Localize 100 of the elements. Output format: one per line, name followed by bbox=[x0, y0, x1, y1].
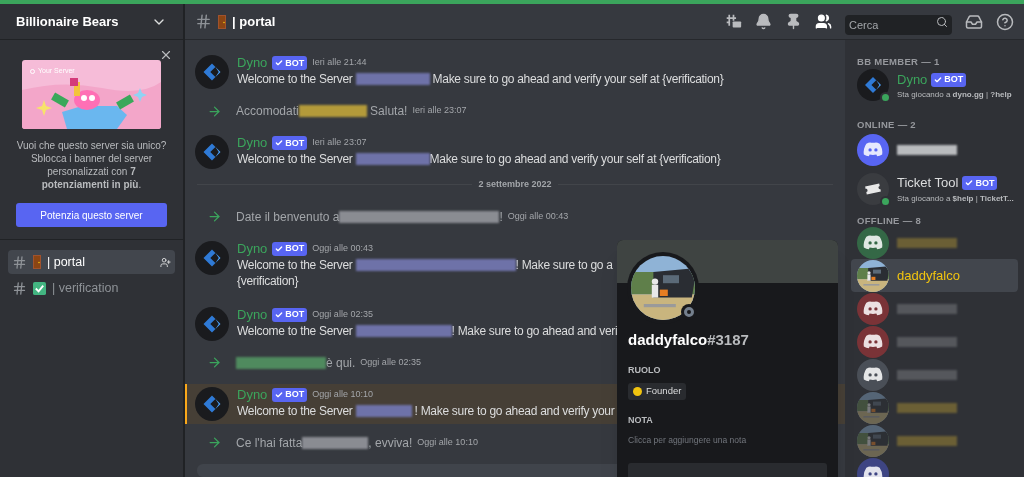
channel-title: | portal bbox=[232, 12, 277, 31]
hash-icon bbox=[12, 254, 27, 270]
join-arrow-icon bbox=[207, 103, 222, 119]
message-text: Make sure to go ahead and verify your self at {verification} bbox=[429, 151, 721, 167]
check-icon bbox=[965, 179, 974, 187]
bot-avatar bbox=[195, 55, 229, 89]
timestamp: Ieri alle 23:07 bbox=[412, 104, 467, 118]
check-icon bbox=[934, 75, 943, 84]
bot-badge: BOT bbox=[272, 387, 308, 402]
bot-badge: BOT bbox=[931, 72, 967, 87]
profile-username: daddyfalco bbox=[628, 330, 708, 350]
bot-badge: BOT bbox=[272, 136, 308, 150]
hash-icon bbox=[12, 280, 27, 296]
timestamp: Oggi alle 00:43 bbox=[312, 241, 373, 255]
controller-icon bbox=[863, 367, 883, 382]
server-name[interactable]: Billionaire Bears bbox=[16, 11, 119, 32]
inbox-icon[interactable] bbox=[965, 12, 983, 31]
message-text: ! bbox=[499, 208, 503, 226]
author-name[interactable]: Dyno bbox=[237, 53, 268, 73]
message-text: Welcome to the Server bbox=[237, 256, 354, 273]
timestamp: Oggi alle 00:43 bbox=[507, 209, 569, 223]
message-text: ! Make sure to go a bbox=[515, 256, 613, 273]
controller-icon bbox=[863, 301, 883, 316]
message-text: Ce l'hai fatta bbox=[236, 434, 303, 452]
message-text: Date il benvenuto a bbox=[236, 208, 340, 226]
message-text: Welcome to the Server bbox=[237, 322, 354, 339]
join-arrow-icon bbox=[207, 355, 222, 370]
message-text: è qui. bbox=[326, 354, 356, 372]
members-icon[interactable] bbox=[815, 13, 832, 30]
message-text: Accomodati bbox=[236, 103, 299, 120]
invite-icon[interactable] bbox=[160, 256, 171, 268]
door-icon bbox=[218, 14, 226, 29]
close-icon[interactable] bbox=[159, 48, 173, 62]
check-icon bbox=[275, 59, 284, 67]
author-name[interactable]: Dyno bbox=[237, 304, 268, 325]
member-item[interactable]: Ticket Tool BOT Sta giocando a $help | TicketT... bbox=[851, 169, 1018, 208]
message-text: {verification} bbox=[237, 272, 299, 289]
check-mark-icon bbox=[33, 281, 46, 295]
bot-avatar bbox=[195, 306, 229, 341]
check-icon bbox=[275, 310, 284, 319]
member-name: Dyno bbox=[897, 70, 928, 89]
role-heading: RUOLO bbox=[628, 363, 662, 377]
author-name[interactable]: Dyno bbox=[237, 384, 268, 405]
message-text: ! Make sure to go ahead and veri bbox=[451, 322, 618, 339]
date-divider: 2 settembre 2022 bbox=[477, 178, 553, 191]
author-name[interactable]: Dyno bbox=[237, 238, 268, 259]
bot-badge: BOT bbox=[962, 176, 998, 190]
member-name: Ticket Tool bbox=[897, 174, 959, 193]
author-name[interactable]: Dyno bbox=[237, 133, 268, 153]
help-icon[interactable] bbox=[996, 12, 1014, 31]
note-heading: NOTA bbox=[628, 414, 654, 427]
search-field[interactable]: Cerca bbox=[845, 14, 952, 35]
member-group-heading: OFFLINE — 8 bbox=[856, 216, 922, 226]
channel-item[interactable]: | portal bbox=[8, 250, 175, 274]
timestamp: Oggi alle 10:10 bbox=[312, 387, 373, 401]
check-icon bbox=[275, 390, 284, 399]
pin-icon[interactable] bbox=[785, 13, 802, 30]
boost-button[interactable]: Potenzia questo server bbox=[16, 203, 167, 227]
bot-badge: BOT bbox=[272, 241, 308, 256]
member-group-heading: BB MEMBER — 1 bbox=[856, 57, 941, 67]
controller-icon bbox=[863, 334, 883, 349]
timestamp: Ieri alle 21:44 bbox=[312, 56, 367, 70]
timestamp: Oggi alle 02:35 bbox=[360, 355, 421, 369]
bot-avatar bbox=[195, 240, 229, 275]
check-icon bbox=[275, 139, 284, 147]
member-activity: Sta giocando a dyno.gg | ?help bbox=[897, 89, 1012, 101]
profile-discriminator: #3187 bbox=[707, 330, 749, 350]
boost-description: Vuoi che questo server sia unico? Sblocca i banner del server personalizzati con 7 potenziamenti in più. bbox=[16, 139, 167, 191]
check-icon bbox=[275, 244, 284, 253]
bot-badge: BOT bbox=[272, 307, 308, 322]
role-chip: Founder bbox=[628, 383, 687, 400]
note-field[interactable]: Clicca per aggiungere una nota bbox=[628, 433, 827, 447]
member-item[interactable]: daddyfalco bbox=[851, 259, 1018, 292]
message-text: ! Make sure to go ahead and verify your bbox=[413, 402, 615, 419]
controller-icon bbox=[863, 235, 883, 250]
channel-item[interactable]: | verification bbox=[8, 276, 175, 300]
timestamp: Ieri alle 23:07 bbox=[312, 136, 367, 150]
timestamp: Oggi alle 10:10 bbox=[417, 435, 478, 449]
member-name: daddyfalco bbox=[897, 266, 960, 285]
message-text: Saluta! bbox=[369, 103, 408, 120]
member-group-heading: ONLINE — 2 bbox=[856, 120, 917, 130]
timestamp: Oggi alle 02:35 bbox=[312, 307, 373, 321]
message-text: Welcome to the Server bbox=[237, 71, 354, 87]
bot-avatar bbox=[195, 386, 229, 421]
message-text: Welcome to the Server bbox=[237, 151, 354, 167]
threads-icon[interactable] bbox=[725, 13, 742, 30]
message-text: Make sure to go ahead and verify your self at {verification} bbox=[431, 71, 724, 87]
join-arrow-icon bbox=[207, 435, 222, 450]
bell-icon[interactable] bbox=[755, 13, 772, 30]
controller-icon bbox=[863, 142, 883, 157]
message-text: Welcome to the Server bbox=[237, 402, 354, 419]
door-icon bbox=[33, 255, 41, 269]
join-arrow-icon bbox=[207, 209, 222, 224]
member-activity: Sta giocando a $help | TicketT... bbox=[897, 192, 1014, 204]
controller-icon bbox=[863, 466, 883, 477]
hash-icon bbox=[195, 13, 212, 30]
member-item[interactable]: Dyno BOT Sta giocando a dyno.gg | ?help bbox=[851, 67, 1018, 103]
bot-badge: BOT bbox=[272, 56, 308, 70]
search-icon bbox=[936, 15, 948, 28]
message-text: , evviva! bbox=[368, 434, 413, 452]
